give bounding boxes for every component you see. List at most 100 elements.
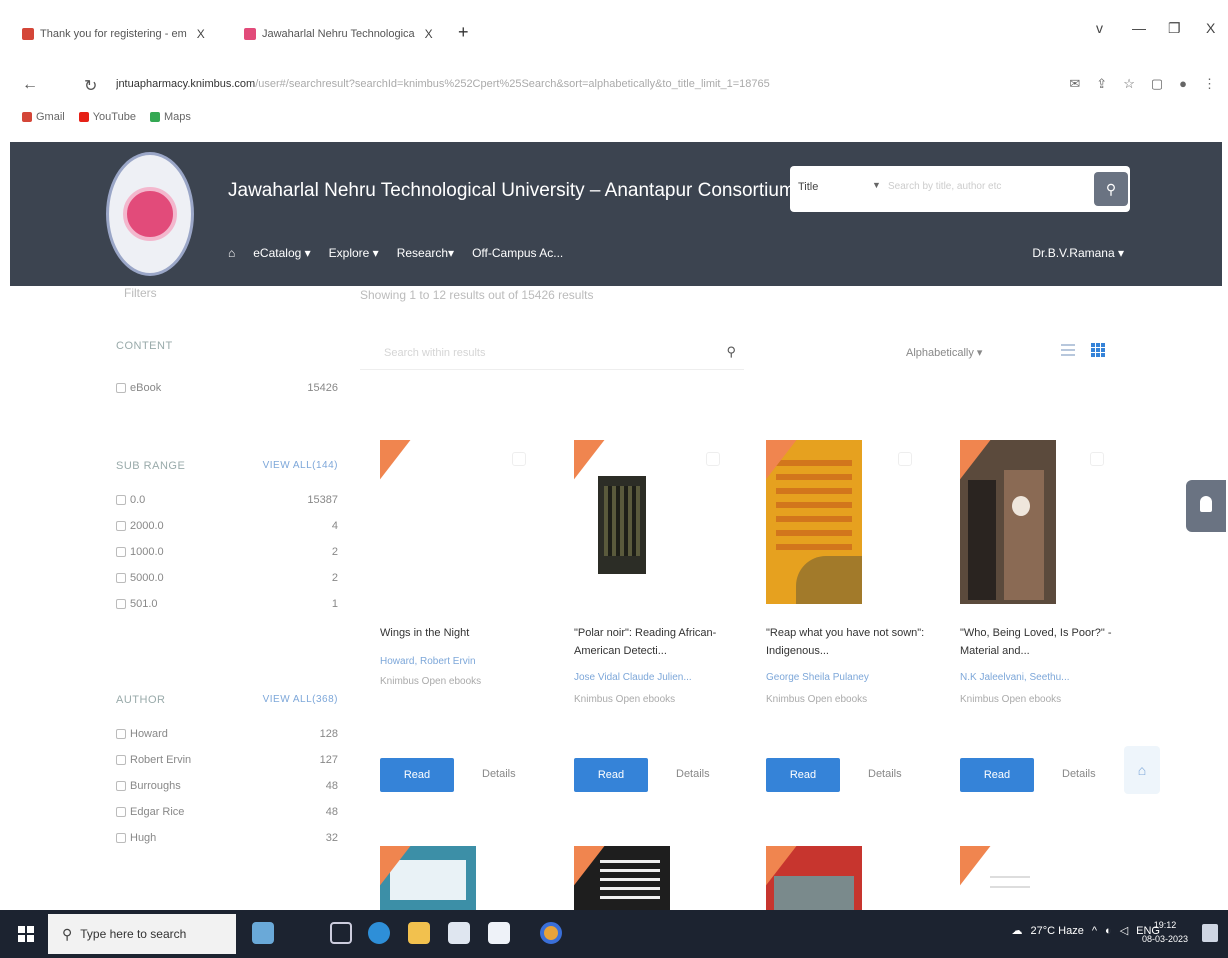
back-arrow-icon[interactable]: ←	[22, 76, 38, 94]
facet-item[interactable]: 2000.0 4	[116, 520, 338, 532]
book-cover[interactable]	[960, 846, 1056, 910]
book-title[interactable]: "Reap what you have not sown": Indigenou…	[766, 624, 936, 660]
book-author[interactable]: George Sheila Pulaney	[766, 672, 869, 683]
windows-start-icon[interactable]	[18, 926, 34, 942]
favorite-icon[interactable]	[1090, 452, 1104, 466]
nav-ecatalog[interactable]: eCatalog ▾	[253, 246, 310, 260]
book-title[interactable]: Wings in the Night	[380, 624, 550, 642]
profile-icon[interactable]: ●	[1179, 76, 1187, 92]
read-button[interactable]: Read	[574, 758, 648, 792]
facet-item[interactable]: Robert Ervin 127	[116, 754, 338, 766]
home-icon[interactable]: ⌂	[228, 246, 235, 260]
menu-kebab-icon[interactable]: ⋮	[1203, 76, 1216, 92]
checkbox[interactable]	[116, 755, 126, 765]
nav-off-campus[interactable]: Off-Campus Ac...	[472, 246, 563, 260]
facet-item[interactable]: Hugh 32	[116, 832, 338, 844]
tab-close-button[interactable]: X	[197, 27, 205, 41]
edge-browser-icon[interactable]	[368, 922, 390, 944]
facet-item[interactable]: Burroughs 48	[116, 780, 338, 792]
read-button[interactable]: Read	[960, 758, 1034, 792]
book-cover[interactable]	[574, 440, 670, 604]
university-logo[interactable]	[106, 152, 194, 276]
book-title[interactable]: "Who, Being Loved, Is Poor?" - Material …	[960, 624, 1130, 660]
details-button[interactable]: Details	[482, 768, 516, 780]
search-field-select[interactable]: Title	[798, 181, 818, 193]
tab-search-button[interactable]: v	[1096, 20, 1103, 36]
read-button[interactable]: Read	[766, 758, 840, 792]
details-button[interactable]: Details	[868, 768, 902, 780]
book-author[interactable]: Howard, Robert Ervin	[380, 656, 476, 667]
checkbox[interactable]	[116, 729, 126, 739]
weather-text[interactable]: 27°C Haze	[1031, 925, 1084, 937]
nav-research[interactable]: Research▾	[397, 246, 454, 260]
bookmark-youtube[interactable]: YouTube	[78, 111, 136, 123]
checkbox[interactable]	[116, 599, 126, 609]
facet-item[interactable]: Edgar Rice 48	[116, 806, 338, 818]
grid-view-icon[interactable]	[1090, 342, 1106, 358]
store-icon[interactable]	[448, 922, 470, 944]
scroll-to-top-button[interactable]: ⌂	[1124, 746, 1160, 794]
reload-icon[interactable]: ↻	[84, 76, 97, 96]
view-all-link[interactable]: VIEW ALL(368)	[263, 694, 338, 706]
book-cover[interactable]	[766, 846, 862, 910]
facet-item[interactable]: 1000.0 2	[116, 546, 338, 558]
tray-arrow-icon[interactable]: ^	[1092, 925, 1097, 937]
facet-item[interactable]: Howard 128	[116, 728, 338, 740]
book-author[interactable]: N.K Jaleelvani, Seethu...	[960, 672, 1070, 683]
details-button[interactable]: Details	[1062, 768, 1096, 780]
book-cover[interactable]	[380, 846, 476, 910]
network-icon[interactable]: ◐	[1105, 925, 1112, 937]
bookmark-gmail[interactable]: Gmail	[22, 111, 65, 123]
book-cover[interactable]	[574, 846, 670, 910]
search-button[interactable]: ⚲	[1094, 172, 1128, 206]
mail-icon[interactable]	[488, 922, 510, 944]
book-title[interactable]: "Polar noir": Reading African-American D…	[574, 624, 744, 660]
checkbox[interactable]	[116, 573, 126, 583]
checkbox[interactable]	[116, 495, 126, 505]
list-view-icon[interactable]	[1060, 342, 1076, 358]
sort-dropdown[interactable]: Alphabetically ▾	[906, 346, 982, 359]
checkbox[interactable]	[116, 521, 126, 531]
checkbox[interactable]	[116, 807, 126, 817]
taskbar-search[interactable]: ⚲ Type here to search	[48, 914, 236, 954]
close-window-button[interactable]: X	[1206, 20, 1215, 36]
nav-explore[interactable]: Explore ▾	[329, 246, 379, 260]
facet-item[interactable]: 501.0 1	[116, 598, 338, 610]
checkbox[interactable]	[116, 383, 126, 393]
tab-close-button[interactable]: X	[425, 27, 433, 41]
minimize-button[interactable]: —	[1132, 20, 1146, 36]
user-menu[interactable]: Dr.B.V.Ramana ▾	[1032, 246, 1124, 260]
notification-center-icon[interactable]	[1202, 924, 1218, 942]
details-button[interactable]: Details	[676, 768, 710, 780]
facet-item[interactable]: eBook 15426	[116, 382, 338, 394]
notification-bell-button[interactable]	[1186, 480, 1226, 532]
search-icon[interactable]: ⚲	[726, 344, 736, 360]
clock[interactable]: 19:12 08-03-2023	[1142, 918, 1188, 946]
favorite-icon[interactable]	[512, 452, 526, 466]
view-all-link[interactable]: VIEW ALL(144)	[263, 460, 338, 472]
facet-item[interactable]: 5000.0 2	[116, 572, 338, 584]
favorite-icon[interactable]	[706, 452, 720, 466]
read-button[interactable]: Read	[380, 758, 454, 792]
volume-icon[interactable]: ◁	[1120, 924, 1128, 937]
gmail-extension-icon[interactable]: ✉	[1069, 76, 1080, 92]
book-cover[interactable]	[380, 440, 476, 604]
bookmark-star-icon[interactable]: ☆	[1123, 76, 1135, 92]
checkbox[interactable]	[116, 781, 126, 791]
chevron-down-icon[interactable]: ▼	[872, 180, 881, 190]
file-explorer-icon[interactable]	[408, 922, 430, 944]
browser-tab-knimbus[interactable]: Jawaharlal Nehru Technologica X	[244, 22, 433, 46]
favorite-icon[interactable]	[898, 452, 912, 466]
task-view-icon[interactable]	[330, 922, 352, 944]
url-field[interactable]: jntuapharmacy.knimbus.com/user#/searchre…	[116, 78, 896, 90]
book-cover[interactable]	[960, 440, 1056, 604]
browser-tab-gmail[interactable]: Thank you for registering - em X	[22, 22, 205, 46]
share-icon[interactable]: ⇪	[1096, 76, 1107, 92]
checkbox[interactable]	[116, 833, 126, 843]
sidepanel-icon[interactable]: ▢	[1151, 76, 1163, 92]
book-cover[interactable]	[766, 440, 862, 604]
search-within-input[interactable]: Search within results ⚲	[360, 336, 744, 370]
chrome-icon[interactable]	[540, 922, 562, 944]
bookmark-maps[interactable]: Maps	[149, 111, 191, 123]
weather-widget-icon[interactable]	[252, 922, 274, 944]
